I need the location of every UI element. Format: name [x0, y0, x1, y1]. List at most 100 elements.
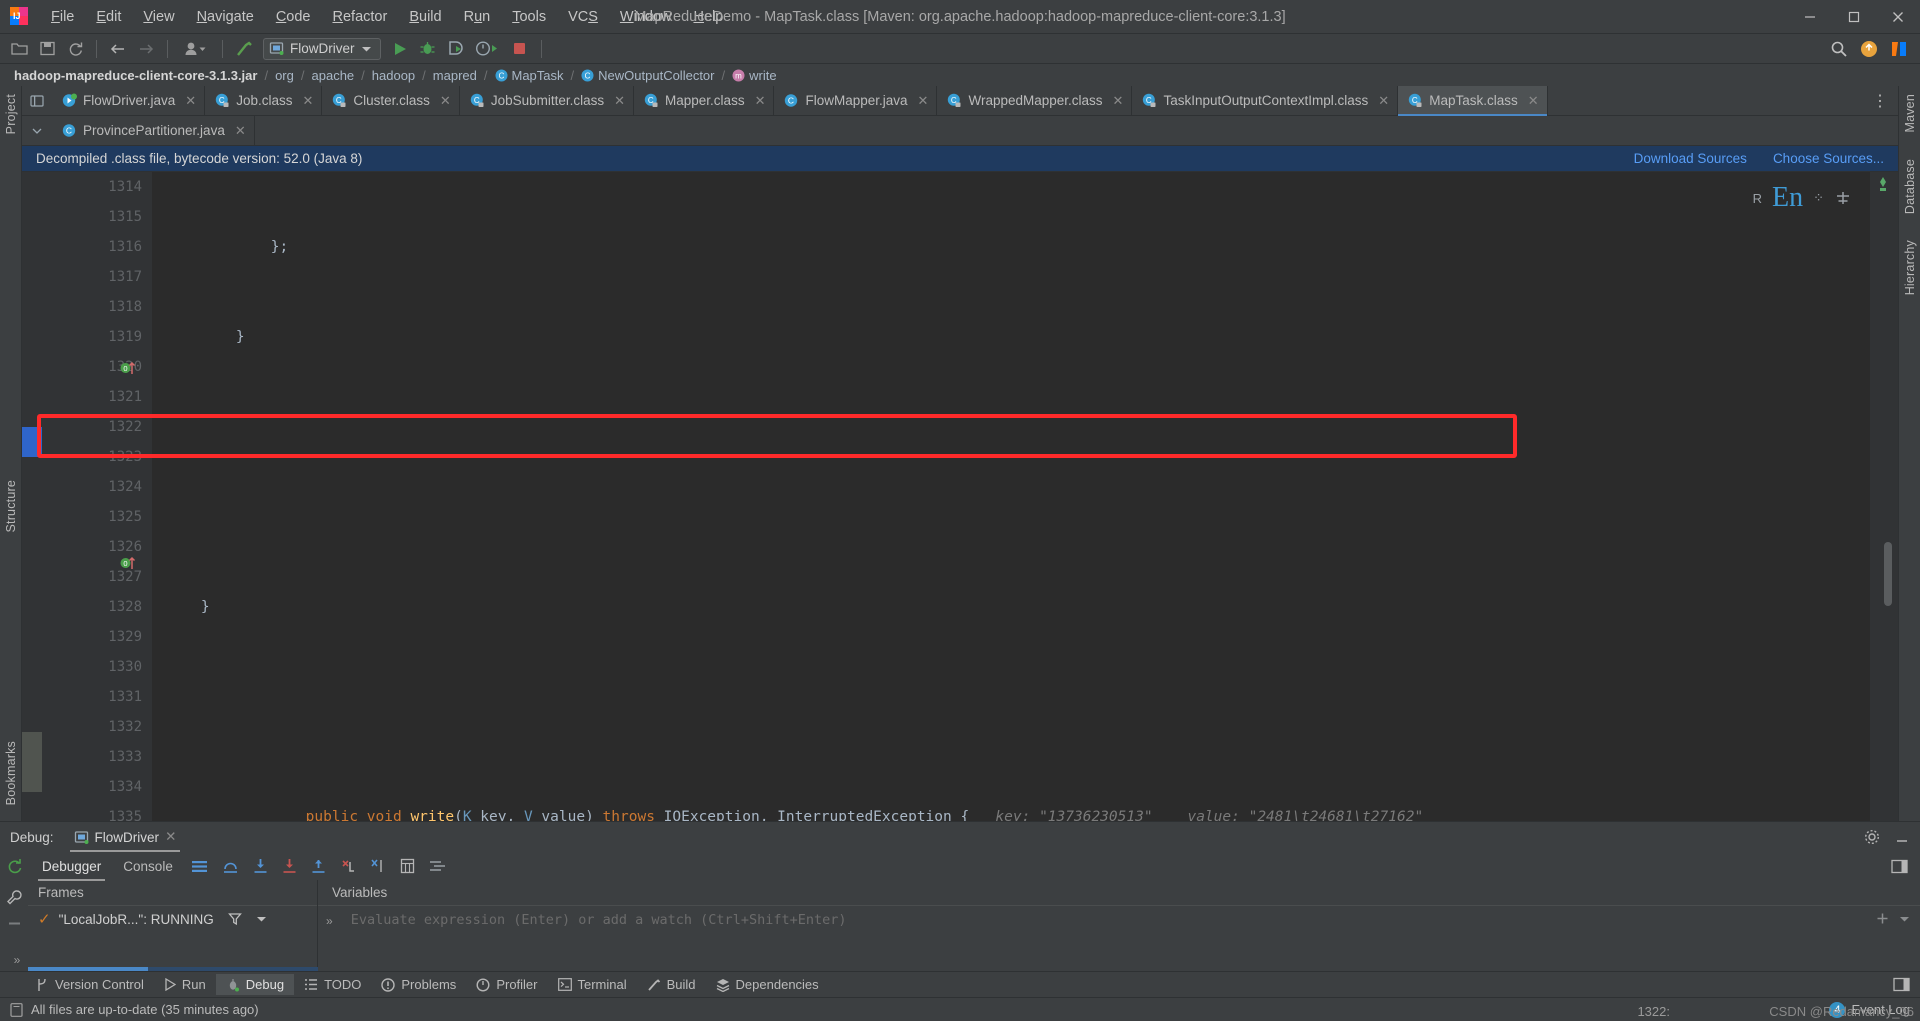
sidebar-item-bookmarks[interactable]: Bookmarks	[1, 733, 21, 813]
tab-close-icon[interactable]: ✕	[1113, 93, 1124, 109]
step-over-icon[interactable]	[222, 858, 239, 874]
code-text[interactable]: }; } } public void write(K key, V value)…	[152, 172, 1898, 821]
tab-close-icon[interactable]: ✕	[1378, 93, 1389, 109]
tab-flowmapper-java[interactable]: C FlowMapper.java ✕	[774, 86, 938, 115]
updates-icon[interactable]	[1856, 37, 1882, 61]
settings-list-icon[interactable]	[429, 859, 446, 873]
step-out-icon[interactable]	[311, 858, 326, 874]
tab-cluster-class[interactable]: C Cluster.class ✕	[322, 86, 460, 115]
tab-job-class[interactable]: C Job.class ✕	[205, 86, 323, 115]
tab-close-icon[interactable]: ✕	[1528, 93, 1539, 109]
debug-expand-left[interactable]: »	[8, 953, 21, 971]
tab-debugger[interactable]: Debugger	[38, 857, 106, 881]
menu-item-file[interactable]: FFileile	[40, 5, 85, 29]
menu-item-tools[interactable]: Tools	[501, 5, 557, 29]
editor-scrollbar-track[interactable]	[1870, 172, 1898, 821]
breakpoint-icon[interactable]: 0	[120, 555, 136, 571]
tab-provincepartitioner-java[interactable]: C ProvincePartitioner.java ✕	[52, 116, 255, 145]
add-watch-icon[interactable]	[1876, 912, 1889, 925]
debug-icon[interactable]	[415, 37, 441, 61]
sidebar-item-structure[interactable]: Structure	[1, 472, 21, 541]
bottom-tool-build[interactable]: Build	[637, 974, 706, 995]
bottom-tool-problems[interactable]: Problems	[371, 974, 466, 995]
search-icon[interactable]	[1826, 37, 1852, 61]
tab-close-icon[interactable]: ✕	[235, 123, 246, 139]
tab-flowdriver-java[interactable]: FlowDriver.java ✕	[52, 86, 206, 115]
wrench-icon[interactable]	[6, 889, 23, 906]
back-arrow-icon[interactable]	[105, 37, 131, 61]
frames-hscrollbar[interactable]	[28, 967, 318, 971]
menu-item-window[interactable]: Window	[609, 5, 683, 29]
bottom-tool-profiler[interactable]: Profiler	[466, 974, 547, 995]
run-icon[interactable]	[387, 37, 413, 61]
minimize-button[interactable]	[1788, 0, 1832, 34]
tabs-overflow-icon[interactable]: ⋮	[1862, 86, 1898, 115]
layout-icon[interactable]	[191, 859, 208, 874]
profile-icon[interactable]	[176, 37, 214, 61]
sync-icon[interactable]	[62, 37, 88, 61]
tab-jobsubmitter-class[interactable]: C JobSubmitter.class ✕	[459, 86, 635, 115]
tab-close-icon[interactable]: ✕	[755, 93, 766, 109]
filter-icon[interactable]	[227, 912, 242, 926]
tab-wrappedmapper-class[interactable]: C WrappedMapper.class ✕	[937, 86, 1133, 115]
menu-item-view[interactable]: View	[132, 5, 185, 29]
bottom-tool-run[interactable]: Run	[154, 974, 216, 995]
tab-close-icon[interactable]: ✕	[918, 93, 929, 109]
menu-item-help[interactable]: Help	[682, 5, 734, 29]
close-button[interactable]	[1876, 0, 1920, 34]
dots-icon[interactable]: ⁘	[1813, 190, 1824, 206]
inspection-widget-icon[interactable]	[1874, 176, 1892, 194]
force-step-into-icon[interactable]	[282, 858, 297, 874]
menu-item-vcs[interactable]: VCS	[557, 5, 609, 29]
drop-frame-icon[interactable]	[340, 858, 356, 874]
bottom-tool-version-control[interactable]: Version Control	[26, 974, 154, 995]
menu-item-code[interactable]: Code	[265, 5, 322, 29]
breadcrumb-item-org[interactable]: org	[275, 68, 294, 83]
debug-layout-toggle-icon[interactable]	[1891, 859, 1920, 874]
bottom-tool-dependencies[interactable]: Dependencies	[706, 974, 829, 995]
run-to-cursor-icon[interactable]	[370, 858, 386, 874]
debug-expand-right[interactable]: »	[318, 906, 339, 928]
breadcrumb-item-jar[interactable]: hadoop-mapreduce-client-core-3.1.3.jar	[14, 68, 257, 83]
open-folder-icon[interactable]	[6, 37, 32, 61]
save-icon[interactable]	[34, 37, 60, 61]
sidebar-item-hierarchy[interactable]: Hierarchy	[1900, 232, 1920, 303]
editor-scrollbar-thumb[interactable]	[1884, 542, 1892, 606]
stop-icon[interactable]	[507, 37, 533, 61]
menu-item-build[interactable]: Build	[398, 5, 452, 29]
tab-close-icon[interactable]: ✕	[440, 93, 451, 109]
breakpoint-hit-icon[interactable]: 0	[120, 360, 136, 376]
debug-session-close-icon[interactable]: ✕	[165, 829, 176, 845]
language-indicator[interactable]: R En ⁘	[1753, 182, 1852, 214]
tab-pin-icon[interactable]	[22, 86, 52, 115]
tab-maptask-class[interactable]: C MapTask.class ✕	[1398, 86, 1548, 116]
forward-arrow-icon[interactable]	[133, 37, 159, 61]
menu-item-edit[interactable]: Edit	[85, 5, 132, 29]
chevron-down-icon[interactable]	[1899, 915, 1910, 923]
tab-close-icon[interactable]: ✕	[185, 93, 196, 109]
breadcrumb-item-maptask[interactable]: C MapTask	[495, 68, 564, 83]
bottom-tool-terminal[interactable]: Terminal	[548, 974, 637, 995]
sidebar-item-database[interactable]: Database	[1900, 151, 1920, 222]
menu-item-run[interactable]: Run	[453, 5, 502, 29]
chevron-down-icon[interactable]	[256, 915, 267, 923]
keyboard-icon[interactable]	[1834, 190, 1852, 206]
run-configuration-selector[interactable]: FlowDriver	[263, 37, 381, 60]
editor-gutter[interactable]: 1314 1315 1316 1317 1318 1319 1320 1321 …	[22, 172, 208, 825]
pause-icon[interactable]	[6, 920, 23, 927]
minimize-icon[interactable]	[1894, 829, 1910, 845]
evaluate-icon[interactable]	[400, 858, 415, 874]
build-hammer-icon[interactable]	[231, 37, 257, 61]
sidebar-item-maven[interactable]: Maven	[1900, 86, 1920, 141]
code-editor[interactable]: 1314 1315 1316 1317 1318 1319 1320 1321 …	[22, 172, 1898, 825]
menu-item-refactor[interactable]: Refactor	[322, 5, 399, 29]
tab-close-icon[interactable]: ✕	[614, 93, 625, 109]
bottom-tool-debug[interactable]: Debug	[215, 974, 295, 995]
download-sources-link[interactable]: Download Sources	[1634, 151, 1747, 166]
tab-console[interactable]: Console	[119, 857, 177, 876]
maximize-button[interactable]	[1832, 0, 1876, 34]
breadcrumb-item-newoutputcollector[interactable]: C NewOutputCollector	[581, 68, 714, 83]
bottom-layout-icon[interactable]	[1893, 977, 1910, 992]
choose-sources-link[interactable]: Choose Sources...	[1773, 151, 1884, 166]
evaluate-expression-input[interactable]: Evaluate expression (Enter) or add a wat…	[339, 906, 1876, 934]
